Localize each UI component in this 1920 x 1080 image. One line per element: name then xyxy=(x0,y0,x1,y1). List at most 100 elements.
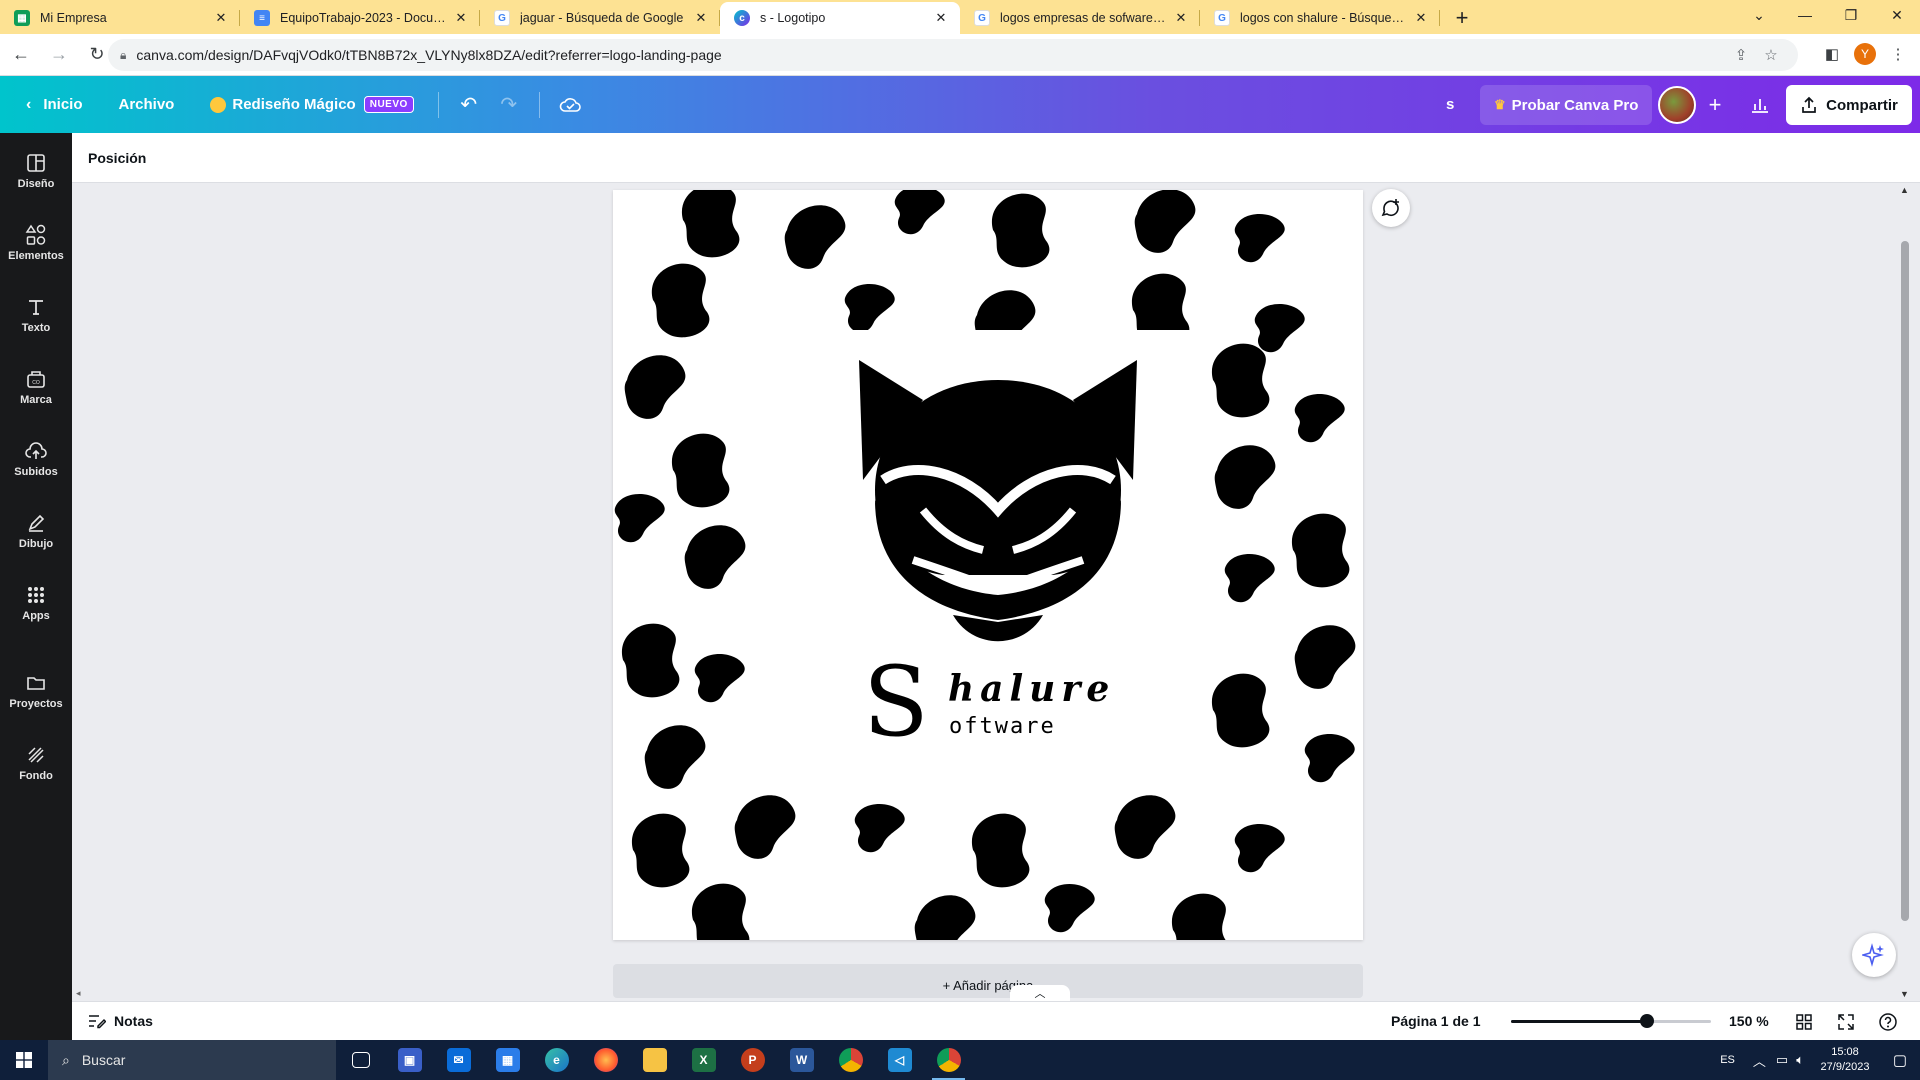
close-icon[interactable]: ✕ xyxy=(212,9,230,27)
sidebar-item-design[interactable]: Diseño xyxy=(0,141,72,201)
notes-button[interactable]: Notas xyxy=(88,1013,153,1029)
close-icon[interactable]: ✕ xyxy=(452,9,470,27)
task-view-icon[interactable] xyxy=(336,1040,385,1080)
forward-icon[interactable]: → xyxy=(42,38,76,72)
undo-icon[interactable]: ↶ xyxy=(449,85,489,125)
bookmark-star-icon[interactable]: ☆ xyxy=(1756,46,1786,64)
new-tab-button[interactable]: + xyxy=(1446,2,1478,34)
network-icon[interactable]: ▭ xyxy=(1776,1052,1788,1068)
volume-icon[interactable]: 🔈︎ xyxy=(1796,1052,1804,1068)
browser-toolbar-right: ◧ Y ⋮ xyxy=(1818,38,1912,70)
insights-chart-icon[interactable] xyxy=(1740,85,1780,125)
grid-view-icon[interactable] xyxy=(1792,1010,1816,1034)
zoom-slider[interactable] xyxy=(1511,1014,1711,1028)
share-button[interactable]: Compartir xyxy=(1786,85,1912,125)
fullscreen-icon[interactable] xyxy=(1834,1010,1858,1034)
vertical-scrollbar[interactable]: ▲ ▼ xyxy=(1898,183,1912,1001)
left-sidebar: Diseño Elementos Texto CO Marca Subidos … xyxy=(0,133,72,1040)
cloud-saved-icon[interactable] xyxy=(550,85,590,125)
close-icon[interactable]: ✕ xyxy=(1412,9,1430,27)
sidebar-item-apps[interactable]: Apps xyxy=(0,573,72,633)
vscode-app-icon[interactable]: ◁ xyxy=(875,1040,924,1080)
minimize-button[interactable]: — xyxy=(1782,0,1828,30)
scrollbar-thumb[interactable] xyxy=(1901,241,1909,921)
notifications-icon[interactable]: ▢ xyxy=(1880,1051,1920,1069)
scroll-down-arrow[interactable]: ▼ xyxy=(1900,989,1909,999)
language-indicator[interactable]: ES xyxy=(1720,1054,1735,1066)
file-menu-button[interactable]: Archivo xyxy=(105,85,189,125)
sidebar-item-uploads[interactable]: Subidos xyxy=(0,429,72,489)
powerpoint-app-icon[interactable]: P xyxy=(728,1040,777,1080)
sidebar-item-draw[interactable]: Dibujo xyxy=(0,501,72,561)
store-app-icon[interactable]: ▦ xyxy=(483,1040,532,1080)
side-panel-icon[interactable]: ◧ xyxy=(1818,38,1846,70)
save-disk-app-icon[interactable]: ▣ xyxy=(385,1040,434,1080)
chevron-up-icon[interactable]: ︿ xyxy=(1010,985,1070,1001)
scroll-left-arrow[interactable]: ◂ xyxy=(76,988,81,999)
taskbar-search[interactable]: ⌕ Buscar xyxy=(48,1040,336,1080)
try-pro-button[interactable]: ♛ Probar Canva Pro xyxy=(1480,85,1653,125)
back-icon[interactable]: ← xyxy=(4,38,38,72)
profile-avatar[interactable]: Y xyxy=(1854,43,1876,65)
excel-app-icon[interactable]: X xyxy=(679,1040,728,1080)
chrome-browser-icon[interactable] xyxy=(826,1040,875,1080)
shalure-wordmark: S halure oftware xyxy=(863,654,1163,760)
zoom-slider-handle[interactable] xyxy=(1640,1014,1654,1028)
url-text[interactable]: canva.com/design/DAFvqjVOdk0/tTBN8B72x_V… xyxy=(136,47,1726,63)
menu-kebab-icon[interactable]: ⋮ xyxy=(1884,38,1912,70)
firefox-browser-icon[interactable] xyxy=(581,1040,630,1080)
home-button[interactable]: ‹ Inicio xyxy=(12,85,97,125)
share-page-icon[interactable]: ⇪ xyxy=(1726,46,1756,64)
sidebar-item-elements[interactable]: Elementos xyxy=(0,213,72,273)
word-app-icon[interactable]: W xyxy=(777,1040,826,1080)
user-avatar[interactable] xyxy=(1658,86,1696,124)
redo-icon[interactable]: ↷ xyxy=(489,85,529,125)
file-explorer-icon[interactable] xyxy=(630,1040,679,1080)
search-icon: ⌕ xyxy=(62,1051,70,1068)
comment-plus-icon xyxy=(1381,199,1399,217)
zoom-level[interactable]: 150 % xyxy=(1729,1013,1769,1029)
browser-tabstrip: ▦ Mi Empresa ✕ ≡ EquipoTrabajo-2023 - Do… xyxy=(0,0,1920,34)
sidebar-item-background[interactable]: Fondo xyxy=(0,733,72,793)
clock[interactable]: 15:08 27/9/2023 xyxy=(1810,1045,1880,1075)
google-icon: G xyxy=(974,10,990,26)
sidebar-item-projects[interactable]: Proyectos xyxy=(0,661,72,721)
sheets-icon: ▦ xyxy=(14,10,30,26)
mail-app-icon[interactable]: ✉ xyxy=(434,1040,483,1080)
close-icon[interactable]: ✕ xyxy=(932,9,950,27)
browser-tab[interactable]: ≡ EquipoTrabajo-2023 - Document ✕ xyxy=(240,2,480,34)
chrome-profile-icon[interactable] xyxy=(924,1040,973,1080)
restore-button[interactable]: ❐ xyxy=(1828,0,1874,30)
design-page[interactable]: S halure oftware xyxy=(613,190,1363,940)
help-icon[interactable] xyxy=(1876,1010,1900,1034)
design-title[interactable]: s xyxy=(1446,96,1454,113)
add-comment-button[interactable] xyxy=(1372,189,1410,227)
magic-redesign-button[interactable]: Rediseño Mágico NUEVO xyxy=(196,85,427,125)
sidebar-item-brand[interactable]: CO Marca xyxy=(0,357,72,417)
address-bar[interactable]: 🔒︎ canva.com/design/DAFvqjVOdk0/tTBN8B72… xyxy=(108,39,1798,71)
editor-toolbar: Posición xyxy=(72,133,1920,183)
scroll-up-arrow[interactable]: ▲ xyxy=(1900,185,1909,195)
edge-browser-icon[interactable]: e xyxy=(532,1040,581,1080)
browser-tab[interactable]: G logos con shalure - Búsqueda de ✕ xyxy=(1200,2,1440,34)
notes-label: Notas xyxy=(114,1013,153,1029)
add-page-button[interactable]: + Añadir página xyxy=(613,964,1363,998)
close-window-button[interactable]: ✕ xyxy=(1874,0,1920,30)
lock-icon[interactable]: 🔒︎ xyxy=(120,48,126,63)
browser-tab-active[interactable]: c s - Logotipo ✕ xyxy=(720,2,960,34)
logo-initial: S xyxy=(863,646,929,758)
position-button[interactable]: Posición xyxy=(88,150,146,166)
close-icon[interactable]: ✕ xyxy=(1172,9,1190,27)
page-count[interactable]: Página 1 de 1 xyxy=(1391,1013,1480,1029)
close-icon[interactable]: ✕ xyxy=(692,9,710,27)
tab-search-icon[interactable]: ⌄ xyxy=(1736,0,1782,30)
browser-tab[interactable]: G jaguar - Búsqueda de Google ✕ xyxy=(480,2,720,34)
notes-icon xyxy=(89,1015,106,1029)
windows-start-button[interactable] xyxy=(0,1040,48,1080)
sidebar-item-text[interactable]: Texto xyxy=(0,285,72,345)
browser-tab[interactable]: ▦ Mi Empresa ✕ xyxy=(0,2,240,34)
chevron-up-icon[interactable]: ︿ xyxy=(1753,1051,1766,1070)
browser-tab[interactable]: G logos empresas de sofware - Bú ✕ xyxy=(960,2,1200,34)
magic-assistant-button[interactable] xyxy=(1852,933,1896,977)
add-collaborator-button[interactable]: + xyxy=(1700,90,1730,120)
